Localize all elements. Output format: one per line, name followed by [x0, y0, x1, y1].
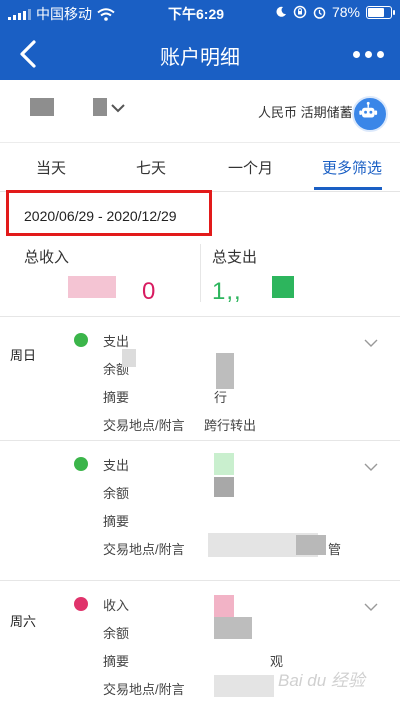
transaction-day: 周六: [10, 614, 37, 629]
account-selector[interactable]: 人民币 活期储蓄: [0, 80, 400, 142]
assistant-robot-icon[interactable]: [352, 96, 388, 132]
transaction-type-dot: [74, 597, 88, 611]
watermark: Bai du 经验: [278, 671, 365, 690]
account-dropdown-icon[interactable]: [110, 102, 126, 114]
summary-panel: 总收入 总支出 0 1,,: [0, 240, 400, 312]
highlight-box: [6, 190, 212, 236]
total-income-value: 0: [142, 278, 157, 305]
account-redacted-2: [93, 98, 107, 116]
rotation-lock-icon: [293, 5, 307, 19]
summary-divider: [200, 244, 201, 302]
account-currency-type: 人民币 活期储蓄: [258, 105, 353, 120]
transaction-type-dot: [74, 333, 88, 347]
page-title: 账户明细: [160, 47, 240, 69]
battery-percent: 78%: [331, 4, 360, 20]
value-redacted: [122, 349, 136, 367]
transaction-label: 摘要: [103, 514, 130, 529]
tab-more-filters[interactable]: 更多筛选: [322, 157, 382, 178]
wifi-icon: [97, 7, 115, 21]
transaction-day: 周日: [10, 348, 37, 363]
transaction-label: 交易地点/附言: [103, 682, 185, 697]
value-redacted: [214, 477, 234, 497]
tab-today[interactable]: 当天: [36, 157, 66, 178]
expand-chevron-icon[interactable]: [364, 603, 378, 612]
tab-seven-days[interactable]: 七天: [136, 157, 166, 178]
signal-icon: [8, 8, 31, 20]
transaction-value: 行: [214, 390, 228, 405]
expand-chevron-icon[interactable]: [364, 463, 378, 472]
more-dots-icon[interactable]: [348, 42, 388, 66]
value-redacted: [214, 675, 274, 697]
moon-icon: [276, 6, 286, 17]
status-time: 下午6:29: [168, 6, 225, 22]
value-redacted: [214, 595, 234, 617]
transaction-type-dot: [74, 457, 88, 471]
period-tabs: 当天 七天 一个月 更多筛选: [0, 142, 400, 192]
transaction-label: 摘要: [103, 654, 130, 669]
tab-one-month[interactable]: 一个月: [228, 157, 273, 178]
income-redacted: [68, 276, 116, 298]
account-redacted-1: [30, 98, 54, 116]
battery-icon: [366, 5, 395, 19]
value-redacted: [214, 617, 252, 639]
transaction-label: 支出: [103, 334, 130, 349]
total-expense-value: 1,,: [212, 278, 242, 305]
transaction-label: 余额: [103, 626, 130, 641]
transaction-value: 跨行转出: [204, 418, 257, 433]
carrier-group: 中国移动: [8, 4, 115, 24]
value-redacted: [216, 353, 234, 389]
expand-chevron-icon[interactable]: [364, 339, 378, 348]
app-header: 账户明细: [0, 28, 400, 80]
value-redacted: [296, 535, 326, 555]
expense-redacted: [272, 276, 294, 298]
transaction-label: 余额: [103, 486, 130, 501]
status-bar: 中国移动 下午6:29 78%: [0, 0, 400, 28]
total-expense-label: 总支出: [212, 249, 258, 266]
alarm-icon: [313, 6, 326, 19]
transaction-label: 交易地点/附言: [103, 542, 185, 557]
transaction-value: 管: [328, 542, 342, 557]
battery-fill: [368, 7, 384, 17]
value-redacted: [214, 453, 234, 475]
transaction-item[interactable]: 周日 支出 余额 摘要 交易地点/附言 行 跨行转出: [0, 316, 400, 437]
carrier-name: 中国移动: [36, 6, 92, 22]
total-income-label: 总收入: [24, 249, 70, 266]
status-right: 78%: [275, 4, 395, 20]
transaction-label: 摘要: [103, 390, 130, 405]
transaction-label: 交易地点/附言: [103, 418, 185, 433]
transaction-label: 收入: [103, 598, 130, 613]
transaction-label: 支出: [103, 458, 130, 473]
transaction-item[interactable]: 周六 收入 余额 摘要 交易地点/附言 观: [0, 580, 400, 711]
active-tab-indicator: [314, 187, 382, 190]
transaction-item[interactable]: 支出 余额 摘要 交易地点/附言 管: [0, 440, 400, 577]
